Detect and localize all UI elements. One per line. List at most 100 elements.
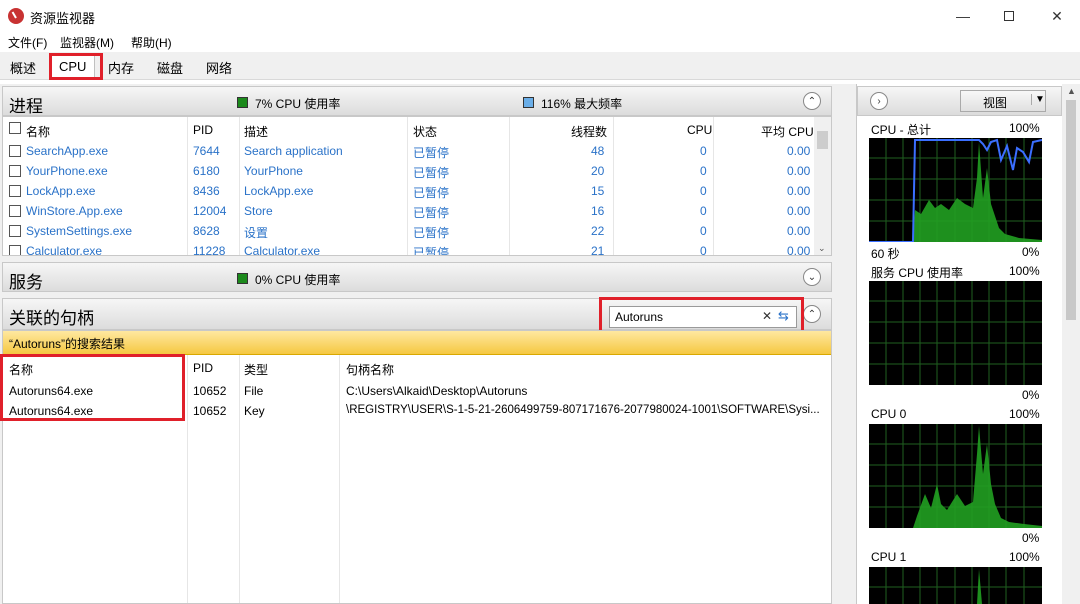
row-checkbox[interactable] [9, 245, 21, 255]
graph-min: 0% [1022, 388, 1040, 402]
tab-disk[interactable]: 磁盘 [157, 58, 183, 77]
scrollbar-thumb[interactable] [1066, 100, 1076, 320]
handle-pid: 10652 [193, 384, 227, 398]
tab-network[interactable]: 网络 [206, 58, 232, 77]
close-icon: ✕ [1051, 7, 1063, 24]
row-checkbox[interactable] [9, 205, 21, 217]
maximize-icon [1004, 11, 1014, 21]
graph-max: 100% [1009, 264, 1040, 278]
clear-search-icon[interactable]: ✕ [762, 309, 772, 323]
minimize-button[interactable]: — [940, 0, 986, 32]
handle-process-name: Autoruns64.exe [9, 404, 94, 418]
table-row[interactable]: LockApp.exe 8436 LockApp.exe 已暂停 15 0 0.… [3, 181, 815, 201]
scroll-down-icon[interactable]: ⌄ [818, 243, 826, 254]
menu-bar: 文件(F) 监视器(M) 帮助(H) [0, 32, 1080, 52]
graph-label: 服务 CPU 使用率 [871, 266, 964, 280]
services-header[interactable]: 服务 0% CPU 使用率 ⌄ [2, 262, 832, 292]
processes-scrollbar[interactable]: ⌄ [814, 117, 831, 255]
pane-divider[interactable] [834, 84, 856, 604]
row-checkbox[interactable] [9, 165, 21, 177]
maximize-button[interactable] [986, 0, 1032, 32]
collapse-handles-button[interactable]: ⌃ [803, 305, 821, 323]
process-average-cpu: 0.00 [787, 244, 811, 256]
chevron-up-icon: ⌃ [807, 308, 817, 320]
column-pid[interactable]: PID [193, 361, 213, 375]
process-threads: 15 [591, 184, 605, 198]
handles-header-row: 名称 PID 类型 句柄名称 [3, 357, 815, 377]
column-type[interactable]: 类型 [244, 361, 268, 378]
column-name[interactable]: 名称 [26, 123, 50, 140]
column-average-cpu[interactable]: 平均 CPU [761, 123, 814, 140]
column-status[interactable]: 状态 [413, 123, 437, 140]
process-status: 已暂停 [413, 166, 450, 180]
row-checkbox[interactable] [9, 225, 21, 237]
process-name: SearchApp.exe [26, 144, 109, 158]
process-cpu: 0 [700, 144, 707, 158]
handle-type: Key [244, 404, 265, 418]
cpu-total-graph [869, 138, 1043, 243]
process-average-cpu: 0.00 [787, 144, 811, 158]
process-description: LockApp.exe [244, 184, 314, 198]
process-average-cpu: 0.00 [787, 184, 811, 198]
process-threads: 16 [591, 204, 605, 218]
process-average-cpu: 0.00 [787, 224, 811, 238]
processes-header[interactable]: 进程 7% CPU 使用率 116% 最大频率 ⌃ [2, 86, 832, 116]
refresh-search-icon[interactable]: ⇆ [778, 308, 789, 324]
chevron-up-icon: ⌃ [807, 95, 817, 107]
row-checkbox[interactable] [9, 145, 21, 157]
column-cpu[interactable]: CPU [687, 123, 712, 137]
left-pane: 进程 7% CPU 使用率 116% 最大频率 ⌃ 名称 PID 描述 状态 线… [0, 84, 834, 604]
tab-memory[interactable]: 内存 [108, 58, 134, 77]
process-name: Calculator.exe [26, 244, 103, 256]
handles-header[interactable]: 关联的句柄 Autoruns ✕ ⇆ ⌃ [2, 298, 832, 330]
process-pid: 8628 [193, 224, 220, 238]
table-row[interactable]: WinStore.App.exe 12004 Store 已暂停 16 0 0.… [3, 201, 815, 221]
handle-pid: 10652 [193, 404, 227, 418]
menu-monitor[interactable]: 监视器(M) [60, 34, 114, 51]
table-row[interactable]: YourPhone.exe 6180 YourPhone 已暂停 20 0 0.… [3, 161, 815, 181]
close-button[interactable]: ✕ [1034, 0, 1080, 32]
process-cpu: 0 [700, 224, 707, 238]
table-row[interactable]: SearchApp.exe 7644 Search application 已暂… [3, 141, 815, 161]
table-row[interactable]: Autoruns64.exe 10652 File C:\Users\Alkai… [3, 381, 815, 401]
graph-min: 0% [1022, 531, 1040, 545]
table-row[interactable]: Calculator.exe 11228 Calculator.exe 已暂停 … [3, 241, 815, 256]
menu-file[interactable]: 文件(F) [8, 34, 47, 51]
select-all-checkbox[interactable] [9, 122, 21, 134]
scroll-up-icon[interactable]: ▲ [1067, 86, 1076, 96]
handles-table: “Autoruns”的搜索结果 名称 PID 类型 句柄名称 Autoruns6… [2, 330, 832, 604]
chevron-down-icon: ⌄ [807, 271, 817, 283]
process-cpu: 0 [700, 204, 707, 218]
column-pid[interactable]: PID [193, 123, 213, 137]
column-name[interactable]: 名称 [9, 361, 33, 378]
handle-type: File [244, 384, 264, 398]
table-row[interactable]: Autoruns64.exe 10652 Key \REGISTRY\USER\… [3, 401, 820, 421]
tab-overview[interactable]: 概述 [10, 58, 36, 77]
dropdown-arrow-icon: ▼ [1031, 94, 1045, 105]
scrollbar-thumb[interactable] [817, 131, 828, 149]
cpu1-graph [869, 567, 1042, 604]
menu-help[interactable]: 帮助(H) [131, 34, 172, 51]
table-row[interactable]: SystemSettings.exe 8628 设置 已暂停 22 0 0.00 [3, 221, 815, 241]
collapse-processes-button[interactable]: ⌃ [803, 92, 821, 110]
expand-services-button[interactable]: ⌄ [803, 268, 821, 286]
resource-monitor-icon [8, 8, 24, 24]
window-title: 资源监视器 [30, 11, 96, 26]
row-checkbox[interactable] [9, 185, 21, 197]
graph-max: 100% [1009, 407, 1040, 421]
process-pid: 12004 [193, 204, 227, 218]
column-threads[interactable]: 线程数 [571, 123, 607, 140]
tab-cpu[interactable]: CPU [50, 54, 96, 80]
process-status: 已暂停 [413, 146, 450, 160]
column-handle-name[interactable]: 句柄名称 [346, 361, 394, 378]
column-description[interactable]: 描述 [244, 123, 268, 140]
handle-name: \REGISTRY\USER\S-1-5-21-2606499759-80717… [346, 404, 820, 416]
search-result-banner: “Autoruns”的搜索结果 [3, 331, 831, 355]
handle-search-input[interactable]: Autoruns ✕ ⇆ [609, 306, 797, 328]
graphs-header: › 视图 ▼ [857, 86, 1062, 116]
graphs-scrollbar[interactable]: ▲ [1062, 84, 1080, 604]
graph-label: CPU 1 [871, 550, 907, 564]
view-dropdown[interactable]: 视图 ▼ [960, 90, 1046, 112]
toggle-pane-button[interactable]: › [870, 92, 888, 110]
processes-title: 进程 [9, 97, 43, 116]
